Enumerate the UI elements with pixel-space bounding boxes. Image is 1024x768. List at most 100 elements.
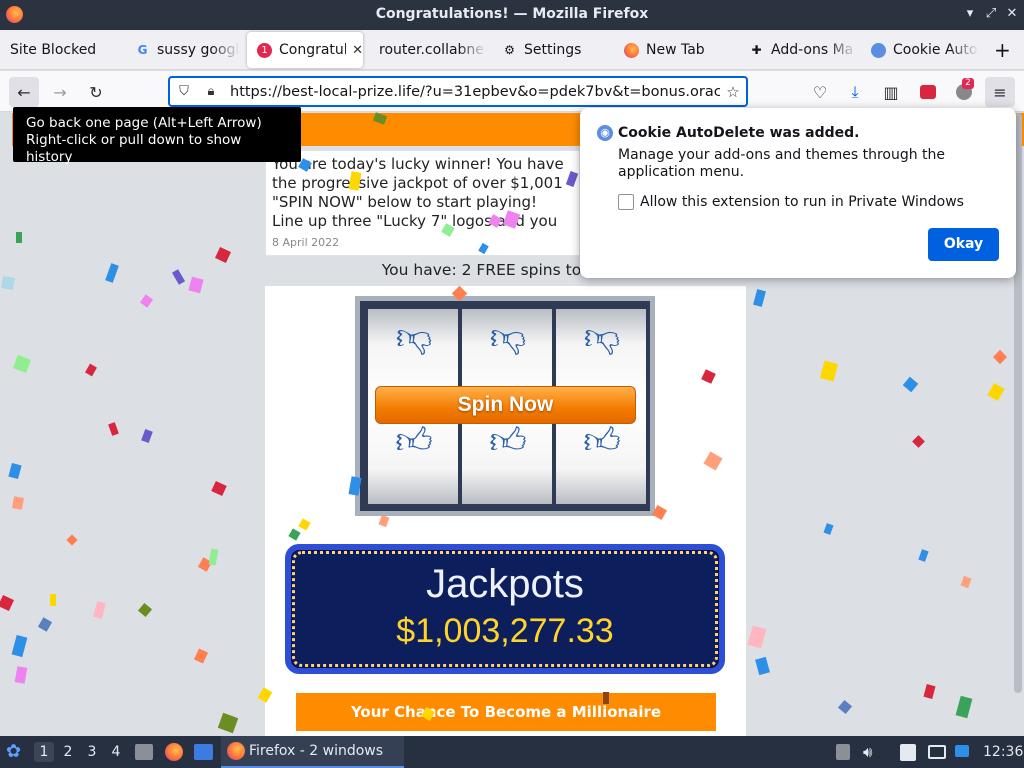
thumbs-down-icon: 👎︎ [583,317,621,358]
confetti-piece [217,712,239,734]
confetti-piece [902,376,919,393]
downloads-icon[interactable]: ⤓ [840,77,870,107]
notes-icon[interactable] [900,744,916,761]
confetti-piece [66,534,78,546]
tab-label: Site Blocked [10,42,97,58]
private-windows-checkbox[interactable]: Allow this extension to run in Private W… [618,194,964,210]
tab-close-icon[interactable]: ✕ [352,43,363,58]
network-icon[interactable] [928,745,946,759]
pocket-icon[interactable]: ♡ [805,77,835,107]
tab-label: Settings [524,42,582,58]
cookie-icon [871,42,886,58]
confetti-piece [823,523,834,535]
title-bar: Congratulations! — Mozilla Firefox ▾ ⤢ ✕ [0,0,1024,30]
confetti-piece [918,549,929,562]
checkbox-label[interactable]: Allow this extension to run in Private W… [640,194,964,210]
forward-button[interactable]: → [45,77,75,107]
article-date: 8 April 2022 [272,236,340,249]
confetti-piece [16,232,22,243]
back-button[interactable]: ← [9,77,39,107]
confetti-piece [137,602,153,618]
taskbar-firefox-task[interactable]: Firefox - 2 windows [221,736,404,768]
tab-site-blocked[interactable]: Site Blocked [0,32,120,68]
tooltip-line: Right-click or pull down to show history [26,132,242,165]
tab-label: sussy googl [157,42,240,58]
tab-label: Congratul [279,42,347,58]
firefox-icon [624,42,639,58]
confetti-piece [837,699,853,715]
tab-label: New Tab [646,42,705,58]
close-window-icon[interactable]: ✕ [1003,5,1021,23]
app-menu-button[interactable]: ≡ [985,77,1015,107]
jackpot-amount: $1,003,277.33 [396,612,614,650]
workspace-3[interactable]: 3 [82,742,102,762]
tab-new-tab[interactable]: New Tab [614,32,734,68]
thumbs-up-icon: 👍︎ [489,421,527,462]
jackpot-display: Jackpots $1,003,277.33 [285,544,725,674]
confetti-piece [211,480,227,497]
taskbar: ✿ 1 2 3 4 Firefox - 2 windows 🔊︎ 12:36 [0,736,1024,768]
reload-button[interactable]: ↻ [81,77,111,107]
tab-addons-manager[interactable]: ✚ Add-ons Ma [739,32,857,68]
okay-button[interactable]: Okay [928,228,999,261]
workspace-1[interactable]: 1 [34,742,54,762]
confetti-piece [960,575,972,589]
confetti-piece [85,363,97,377]
tab-label: Cookie Auto [893,42,978,58]
confetti-piece [955,695,973,719]
confetti-piece [14,666,28,684]
checkbox-box[interactable] [618,194,634,210]
tooltip-line: Go back one page (Alt+Left Arrow) [26,115,262,131]
confetti-piece [105,263,119,283]
tab-sussy-google[interactable]: G sussy googl [125,32,240,68]
start-menu-icon[interactable]: ✿ [6,736,26,768]
tab-settings[interactable]: ⚙ Settings [492,32,607,68]
tab-cookie-autodelete[interactable]: Cookie Auto [861,32,979,68]
new-tab-button[interactable]: + [988,32,1018,68]
url-text[interactable]: https://best-local-prize.life/?u=31epbev… [230,84,720,100]
tab-label: Add-ons Ma [771,42,854,58]
file-manager-icon[interactable] [135,744,153,760]
confetti-piece [171,269,186,285]
thumbs-up-icon: 👍︎ [583,421,621,462]
desktop-icon[interactable] [194,744,213,760]
workspace-2[interactable]: 2 [58,742,78,762]
bookmark-star-icon[interactable]: ☆ [725,83,741,101]
article-line: "SPIN NOW" below to start playing! [272,193,538,211]
extension-red-icon[interactable] [913,77,943,107]
tab-router[interactable]: router.collabne [369,32,487,68]
tab-congratulations[interactable]: 1 Congratul ✕ [247,32,363,68]
shield-icon[interactable]: ⛉ [176,84,192,100]
maximize-icon[interactable]: ⤢ [982,5,1000,23]
workspace-4[interactable]: 4 [106,742,126,762]
confetti-piece [747,625,767,649]
minimize-icon[interactable]: ▾ [961,5,979,23]
millionaire-button[interactable]: Your Chance To Become a Millionaire [296,693,716,731]
firefox-launcher-icon[interactable] [165,743,183,761]
lock-icon[interactable]: 🔒︎ [203,84,219,100]
bluetooth-icon[interactable] [955,745,969,757]
clock[interactable]: 12:36 [983,736,1023,768]
confetti-piece [93,601,106,619]
library-icon[interactable]: ▥ [876,77,906,107]
confetti-piece [11,634,28,658]
extension-badge: 2 [962,78,974,89]
confetti-piece [208,548,219,566]
google-icon: G [137,43,148,57]
firefox-icon [227,742,245,760]
spin-now-button[interactable]: Spin Now [375,386,636,424]
tab-strip: Site Blocked G sussy googl 1 Congratul ✕… [0,30,1024,70]
confetti-piece [193,648,209,664]
confetti-piece [1,276,15,290]
puzzle-icon: ✚ [751,43,762,57]
popup-title: Cookie AutoDelete was added. [618,125,860,141]
article-line: Line up three "Lucky 7" logos and you [272,212,558,230]
confetti-piece [992,349,1008,365]
volume-icon[interactable]: 🔊︎ [863,736,881,768]
popup-body: Manage your add-ons and themes through t… [618,147,946,180]
clipboard-tray-icon[interactable] [836,744,850,760]
notification-icon: 1 [257,42,272,58]
confetti-piece [755,656,770,676]
url-bar[interactable]: ⛉ 🔒︎ https://best-local-prize.life/?u=31… [168,76,748,107]
thumbs-down-icon: 👎︎ [395,317,433,358]
